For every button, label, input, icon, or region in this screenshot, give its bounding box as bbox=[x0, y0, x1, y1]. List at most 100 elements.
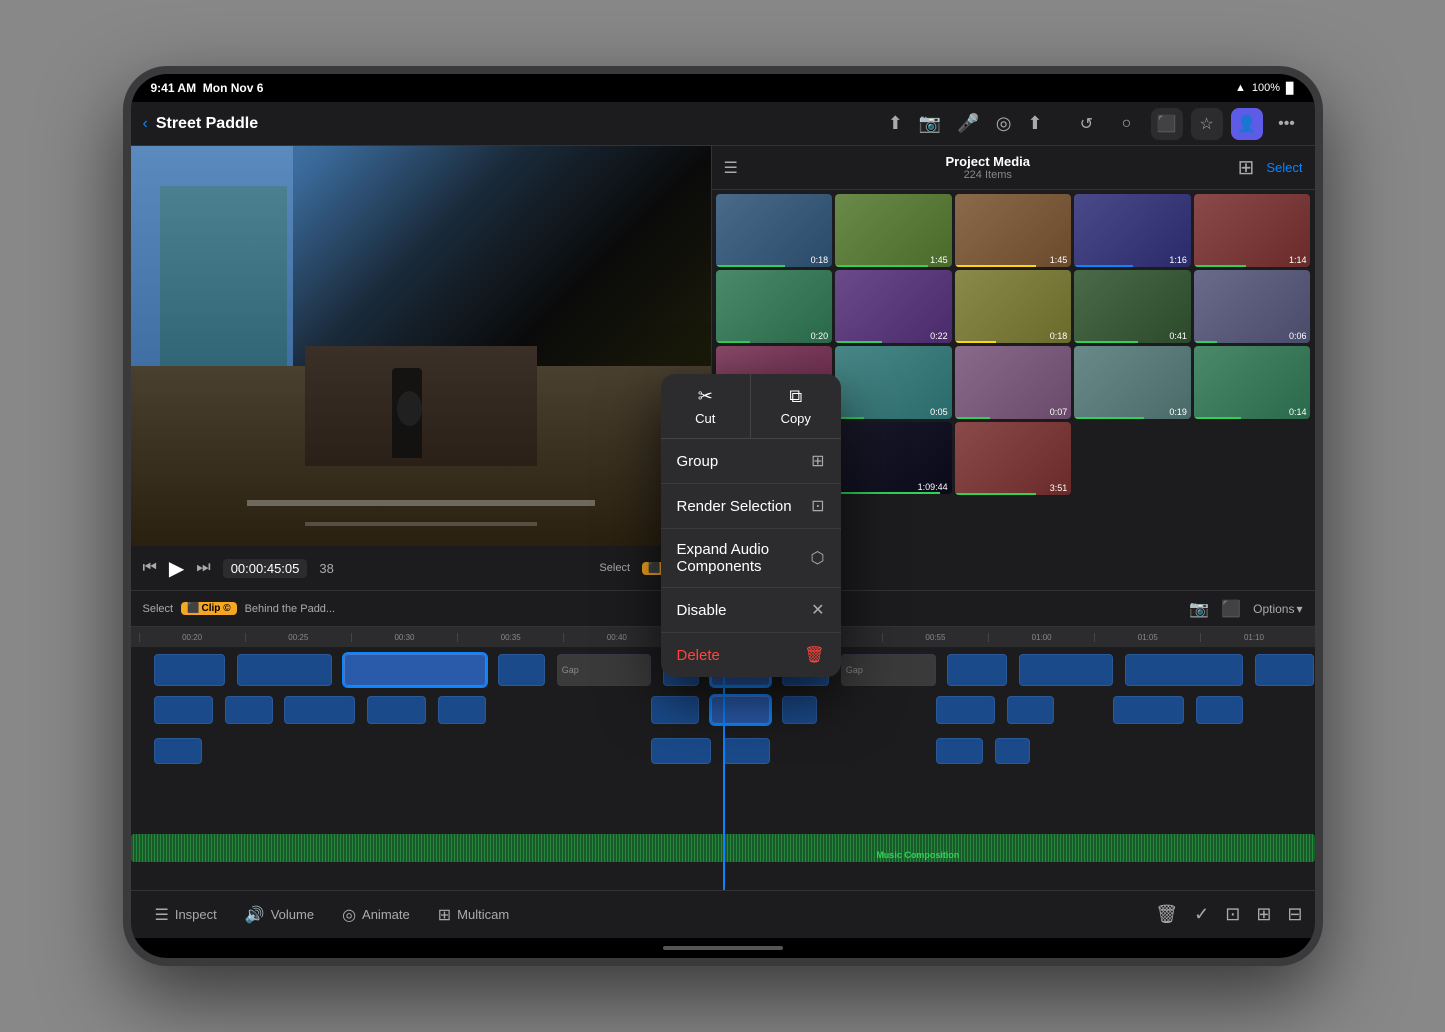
broll-4[interactable] bbox=[367, 696, 426, 724]
media-thumb-3[interactable]: 1:45 bbox=[955, 194, 1072, 267]
timeline-playhead[interactable] bbox=[723, 647, 725, 890]
media-thumb-13[interactable]: 0:07 bbox=[955, 346, 1072, 419]
clip-11[interactable] bbox=[1255, 654, 1314, 686]
broll-3[interactable] bbox=[284, 696, 355, 724]
broll-10[interactable] bbox=[1007, 696, 1054, 724]
media-thumb-1[interactable]: 0:18 bbox=[716, 194, 833, 267]
clip-8[interactable] bbox=[947, 654, 1006, 686]
media-thumb-14[interactable]: 0:19 bbox=[1074, 346, 1191, 419]
broll-1[interactable] bbox=[154, 696, 213, 724]
copy-label: Copy bbox=[781, 411, 811, 426]
grid-view-icon[interactable]: ⊞ bbox=[1238, 155, 1255, 180]
share-icon[interactable]: ⬆ bbox=[888, 113, 903, 134]
broll-11[interactable] bbox=[1113, 696, 1184, 724]
context-menu-top-actions: ✂ Cut ⧉ Copy bbox=[661, 374, 841, 439]
ruler-mark: 01:10 bbox=[1200, 633, 1306, 642]
location-icon[interactable]: ◎ bbox=[996, 113, 1012, 134]
options-button[interactable]: Options ▾ bbox=[1253, 602, 1302, 616]
list-view-icon[interactable]: ☰ bbox=[724, 158, 738, 178]
disable-menu-item[interactable]: Disable ✕ bbox=[661, 588, 841, 633]
media-thumb-18[interactable]: 3:51 bbox=[955, 422, 1072, 495]
cut-label: Cut bbox=[695, 411, 715, 426]
export-icon[interactable]: ⬆ bbox=[1027, 113, 1042, 134]
clip-view-icon[interactable]: ⬛ bbox=[1221, 599, 1241, 619]
render-selection-menu-item[interactable]: Render Selection ⊡ bbox=[661, 484, 841, 529]
volume-button-toolbar[interactable]: 🔊 Volume bbox=[233, 899, 326, 931]
media-thumb-4[interactable]: 1:16 bbox=[1074, 194, 1191, 267]
ruler-mark: 00:55 bbox=[882, 633, 988, 642]
media-thumb-6[interactable]: 0:20 bbox=[716, 270, 833, 343]
crop-icon[interactable]: ⊟ bbox=[1287, 904, 1302, 925]
play-button[interactable]: ▶ bbox=[169, 556, 184, 581]
ruler-mark: 01:00 bbox=[988, 633, 1094, 642]
copy-icon: ⧉ bbox=[789, 386, 802, 407]
trash-icon[interactable]: 🗑 bbox=[1155, 904, 1178, 925]
back-button[interactable]: ‹ bbox=[143, 115, 148, 133]
broll-7-selected[interactable] bbox=[711, 696, 770, 724]
context-menu: ✂ Cut ⧉ Copy Group ⊞ Render Selection ⊡ … bbox=[661, 374, 841, 677]
media-thumb-10[interactable]: 0:06 bbox=[1194, 270, 1311, 343]
media-thumb-5[interactable]: 1:14 bbox=[1194, 194, 1311, 267]
ruler-mark: 00:40 bbox=[563, 633, 669, 642]
disable-icon: ✕ bbox=[811, 600, 824, 620]
media-thumb-12[interactable]: 0:05 bbox=[835, 346, 952, 419]
ipad-screen: 9:41 AM Mon Nov 6 ▲ 100% ▉ ‹ Street Padd… bbox=[131, 74, 1315, 958]
detach-icon[interactable]: ⊞ bbox=[1256, 904, 1271, 925]
person-icon-btn[interactable]: 👤 bbox=[1231, 108, 1263, 140]
media-thumb-7[interactable]: 0:22 bbox=[835, 270, 952, 343]
broll-5[interactable] bbox=[438, 696, 485, 724]
media-thumb-15[interactable]: 0:14 bbox=[1194, 346, 1311, 419]
more-options-btn[interactable]: ••• bbox=[1271, 108, 1303, 140]
history-icon-btn[interactable]: ↺ bbox=[1071, 108, 1103, 140]
broll-9[interactable] bbox=[936, 696, 995, 724]
broll-8[interactable] bbox=[782, 696, 818, 724]
circle-icon-btn[interactable]: ○ bbox=[1111, 108, 1143, 140]
clip-4[interactable] bbox=[498, 654, 545, 686]
photo-library-btn[interactable]: ⬛ bbox=[1151, 108, 1183, 140]
ruler-mark: 00:35 bbox=[457, 633, 563, 642]
group-menu-item[interactable]: Group ⊞ bbox=[661, 439, 841, 484]
broll-6[interactable] bbox=[651, 696, 698, 724]
star-icon-btn[interactable]: ☆ bbox=[1191, 108, 1223, 140]
animate-button[interactable]: ◎ Animate bbox=[330, 899, 422, 931]
cut-action[interactable]: ✂ Cut bbox=[661, 374, 752, 438]
clip-1[interactable] bbox=[154, 654, 225, 686]
lower-2[interactable] bbox=[651, 738, 710, 764]
media-thumb-17[interactable]: 1:09:44 bbox=[835, 422, 952, 495]
broll-12[interactable] bbox=[1196, 696, 1243, 724]
delete-menu-item[interactable]: Delete 🗑 bbox=[661, 633, 841, 677]
split-icon[interactable]: ⊡ bbox=[1225, 904, 1240, 925]
delete-label: Delete bbox=[677, 647, 720, 664]
group-label: Group bbox=[677, 453, 719, 470]
clip-3-selected[interactable] bbox=[344, 654, 486, 686]
clip-2[interactable] bbox=[237, 654, 332, 686]
mic-icon[interactable]: 🎤 bbox=[957, 113, 979, 134]
battery-icon: ▉ bbox=[1286, 82, 1294, 95]
camera-mode-icon[interactable]: 📷 bbox=[1189, 599, 1209, 619]
media-select-button[interactable]: Select bbox=[1266, 160, 1302, 175]
clip-9[interactable] bbox=[1019, 654, 1114, 686]
multicam-button[interactable]: ⊞ Multicam bbox=[426, 899, 521, 931]
expand-audio-menu-item[interactable]: Expand Audio Components ⬡ bbox=[661, 529, 841, 588]
select-label: Select bbox=[599, 562, 630, 574]
home-bar bbox=[663, 946, 783, 950]
video-player[interactable] bbox=[131, 146, 711, 546]
inspect-button[interactable]: ☰ Inspect bbox=[143, 899, 229, 931]
lower-3[interactable] bbox=[723, 738, 770, 764]
skip-forward-button[interactable]: ⏭ bbox=[196, 559, 210, 577]
frame-number: 38 bbox=[319, 561, 333, 576]
media-thumb-8[interactable]: 0:18 bbox=[955, 270, 1072, 343]
broll-2[interactable] bbox=[225, 696, 272, 724]
skip-back-button[interactable]: ⏮ bbox=[143, 559, 157, 577]
status-bar: 9:41 AM Mon Nov 6 ▲ 100% ▉ bbox=[131, 74, 1315, 102]
camera-icon[interactable]: 📷 bbox=[919, 113, 941, 134]
lower-4[interactable] bbox=[936, 738, 983, 764]
checkmark-icon[interactable]: ✓ bbox=[1194, 904, 1209, 925]
timeline-tracks[interactable]: Gap Gap bbox=[131, 647, 1315, 890]
lower-1[interactable] bbox=[154, 738, 201, 764]
media-thumb-2[interactable]: 1:45 bbox=[835, 194, 952, 267]
lower-5[interactable] bbox=[995, 738, 1031, 764]
media-thumb-9[interactable]: 0:41 bbox=[1074, 270, 1191, 343]
copy-action[interactable]: ⧉ Copy bbox=[751, 374, 841, 438]
clip-10[interactable] bbox=[1125, 654, 1243, 686]
